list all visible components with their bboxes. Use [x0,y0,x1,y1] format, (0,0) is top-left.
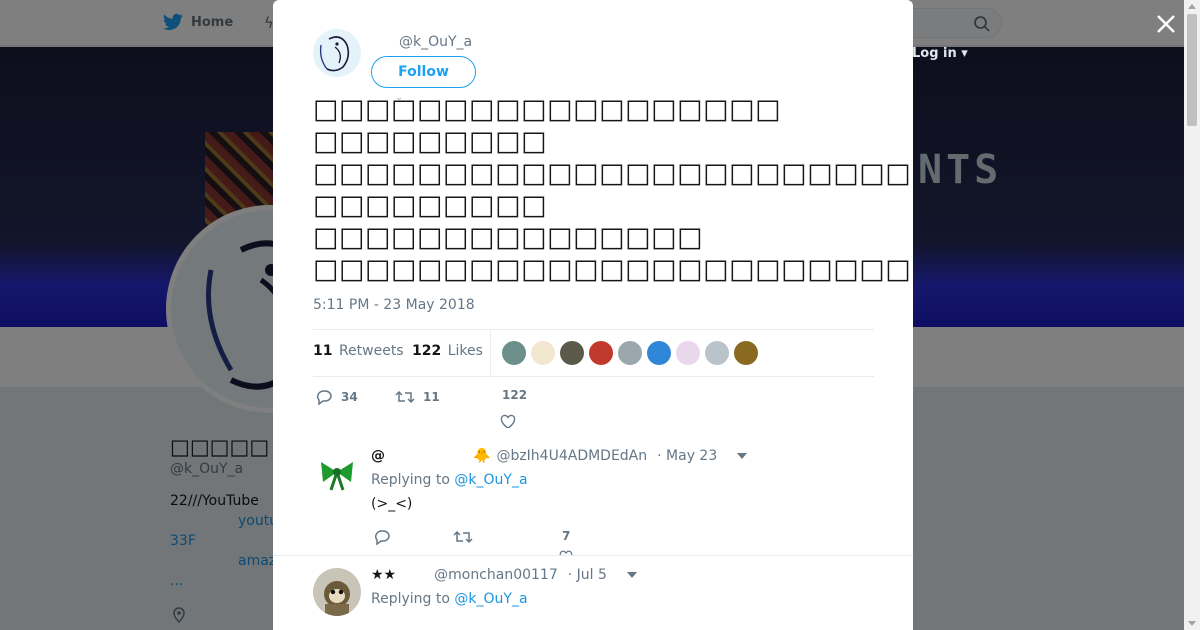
replying-to: Replying to @k_OuY_a [371,472,528,488]
tweet-text-line: □□□□□□□□□□□□□□□□□□ [313,94,782,125]
likes-count: 122 [412,343,442,359]
liker-avatar[interactable] [560,341,584,365]
liker-avatar[interactable] [502,341,526,365]
retweets-count: 11 [313,343,333,359]
stats-divider [490,330,491,376]
reply-button[interactable]: 34 [315,388,358,406]
like-count-label[interactable]: 122 [502,388,527,402]
liker-avatar[interactable] [589,341,613,365]
retweets-label: Retweets [338,343,404,359]
reply-text: (>_<) [371,496,413,512]
likes-stat[interactable]: 122 Likes [412,343,483,359]
reply-author-name[interactable]: @ [371,448,385,464]
reply-header: ★★ @monchan00117 · Jul 5 [371,567,637,583]
reply-count: 34 [341,390,358,404]
tweet-timestamp[interactable]: 5:11 PM - 23 May 2018 [313,297,475,313]
scroll-down-arrow[interactable] [1188,621,1196,626]
retweet-icon[interactable] [453,528,473,546]
likes-label: Likes [447,343,483,359]
reply-date[interactable]: · May 23 [657,448,717,464]
reply-header: @ 🐥 @bzIh4U4ADMDEdAn · May 23 [371,448,748,464]
tweet-text-line: □□□□□□□□□ [313,126,548,157]
chevron-down-icon[interactable] [737,453,748,459]
retweets-stat[interactable]: 11 Retweets [313,343,404,359]
tweet-actions: 34 11 122 [313,388,713,429]
tweet-text: □□□□□□□□□□□□□□□□□□ □□□□□□□□□ □□□□□□□□□□□… [313,94,913,286]
chevron-down-icon[interactable] [626,572,637,578]
retweet-icon [395,390,415,404]
reply-date[interactable]: · Jul 5 [568,567,607,583]
reply-avatar[interactable] [313,448,361,496]
replying-to-prefix: Replying to [371,591,450,607]
reply-icon [316,390,332,406]
scroll-thumb[interactable] [1187,14,1197,126]
liker-avatars [502,341,758,365]
retweet-button[interactable]: 11 [395,388,440,406]
close-icon[interactable] [1154,12,1178,36]
replying-to-prefix: Replying to [371,472,450,488]
chick-emoji-icon: 🐥 [473,448,491,464]
reply-avatar[interactable] [313,568,361,616]
like-count: 122 [502,388,528,402]
liker-avatar[interactable] [734,341,758,365]
liker-avatar[interactable] [647,341,671,365]
tweet-text-line: □□□□□□□□□□□□□□□□□□□□□□□□□□□□□□□□□□□ [313,254,913,285]
login-dropdown[interactable]: Log in ▾ [912,46,968,61]
replying-to: Replying to @k_OuY_a [371,591,528,607]
reply-author-handle[interactable]: @monchan00117 [434,567,558,583]
tweet-text-line: □□□□□□□□□□□□□□□ [313,222,704,253]
scroll-up-arrow[interactable] [1188,4,1196,9]
bow-icon [313,448,361,496]
replying-to-link[interactable]: @k_OuY_a [454,591,527,607]
reply-author-name[interactable]: ★★ [371,567,396,583]
reply-actions: 7 [371,528,611,563]
tweet-author-handle[interactable]: @k_OuY_a [399,34,472,50]
page-scrollbar[interactable] [1184,0,1200,630]
avatar-sketch [319,36,350,72]
monkey-avatar [313,568,361,616]
tweet-text-line: □□□□□□□□□□□□□□□□□□□□□□□□□ [313,158,913,189]
liker-avatar[interactable] [705,341,729,365]
reply-like-count[interactable]: 7 [562,529,570,543]
tweet-modal: @k_OuY_a Follow ⌄ □□□□□□□□□□□□□□□□□□ □□□… [273,0,913,630]
follow-button[interactable]: Follow [371,56,476,88]
reply-tweet[interactable]: ★★ @monchan00117 · Jul 5 Replying to @k_… [273,555,913,630]
retweet-count: 11 [423,390,440,404]
login-label: Log in [912,46,957,61]
reply-icon[interactable] [373,528,391,546]
liker-avatar[interactable] [618,341,642,365]
tweet-text-line: □□□□□□□□□ [313,190,548,221]
reply-tweet[interactable]: @ 🐥 @bzIh4U4ADMDEdAn · May 23 Replying t… [273,428,913,563]
reply-author-handle[interactable]: @bzIh4U4ADMDEdAn [496,448,647,464]
tweet-stats: 11 Retweets 122 Likes [313,329,874,377]
liker-avatar[interactable] [676,341,700,365]
liker-avatar[interactable] [531,341,555,365]
replying-to-link[interactable]: @k_OuY_a [454,472,527,488]
tweet-author-avatar[interactable] [313,29,361,77]
